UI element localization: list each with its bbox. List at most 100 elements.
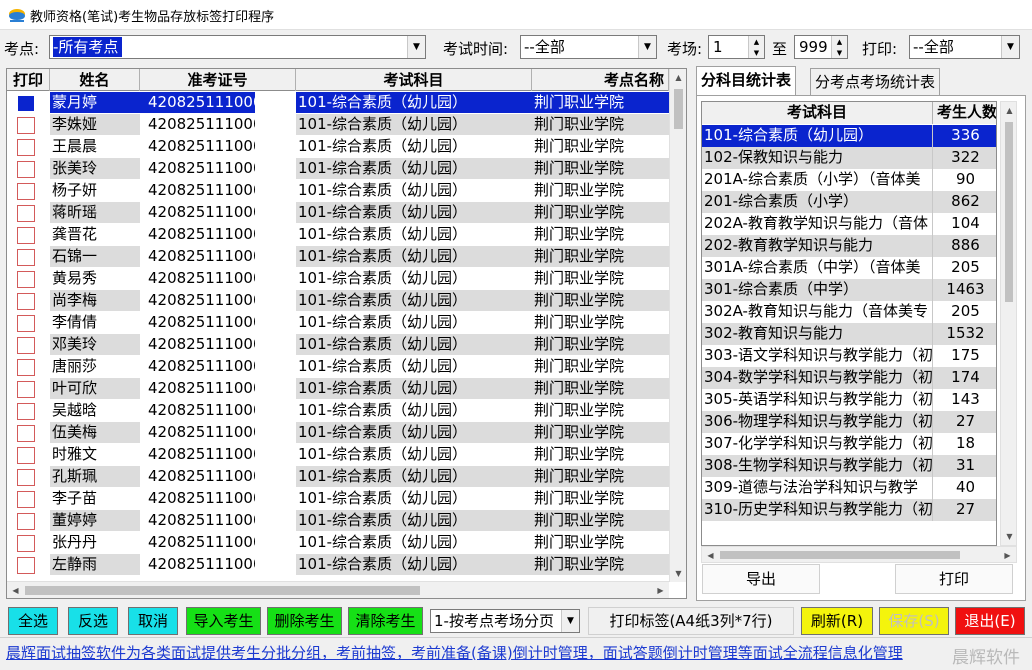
stats-subject-cell[interactable]: 310-历史学科知识与教学能力（初 xyxy=(702,499,932,521)
id-cell[interactable]: 420825111000 xyxy=(140,290,255,312)
id-cell[interactable]: 420825111000 xyxy=(140,246,255,268)
stats-count-cell[interactable]: 1463 xyxy=(932,279,996,301)
subject-cell[interactable]: 101-综合素质（幼儿园） xyxy=(296,268,532,290)
id-cell[interactable]: 420825111000 xyxy=(140,224,255,246)
chevron-down-icon[interactable]: ▼ xyxy=(407,36,425,58)
id-cell[interactable]: 420825111000 xyxy=(140,180,255,202)
table-row[interactable]: 邓美玲 420825111000 101-综合素质（幼儿园） 荆门职业学院 xyxy=(7,334,669,356)
table-row[interactable]: 蒙月婷 420825111000 101-综合素质（幼儿园） 荆门职业学院 xyxy=(7,92,669,114)
site-cell[interactable]: 荆门职业学院 xyxy=(532,510,669,532)
site-select[interactable]: -所有考点 ▼ xyxy=(49,35,426,59)
stats-count-cell[interactable]: 31 xyxy=(932,455,996,477)
id-cell[interactable]: 420825111000 xyxy=(140,158,255,180)
stats-subject-cell[interactable]: 305-英语学科知识与教学能力（初 xyxy=(702,389,932,411)
print-checkbox[interactable] xyxy=(17,205,35,222)
subject-cell[interactable]: 101-综合素质（幼儿园） xyxy=(296,510,532,532)
table-row[interactable]: 303-语文学科知识与教学能力（初 175 xyxy=(702,345,996,367)
subject-cell[interactable]: 101-综合素质（幼儿园） xyxy=(296,422,532,444)
subject-cell[interactable]: 101-综合素质（幼儿园） xyxy=(296,246,532,268)
print-checkbox[interactable] xyxy=(17,491,35,508)
name-cell[interactable]: 蒋昕瑶 xyxy=(50,202,140,224)
scroll-thumb[interactable] xyxy=(720,551,960,559)
stats-subject-cell[interactable]: 102-保教知识与能力 xyxy=(702,147,932,169)
stats-count-cell[interactable]: 104 xyxy=(932,213,996,235)
table-row[interactable]: 李倩倩 420825111000 101-综合素质（幼儿园） 荆门职业学院 xyxy=(7,312,669,334)
print-filter-select[interactable]: --全部 ▼ xyxy=(909,35,1020,59)
id-cell[interactable]: 420825111000 xyxy=(140,312,255,334)
table-row[interactable]: 李姝娅 420825111000 101-综合素质（幼儿园） 荆门职业学院 xyxy=(7,114,669,136)
name-cell[interactable]: 杨子妍 xyxy=(50,180,140,202)
print-cell[interactable] xyxy=(7,466,50,488)
name-cell[interactable]: 张美玲 xyxy=(50,158,140,180)
subject-cell[interactable]: 101-综合素质（幼儿园） xyxy=(296,158,532,180)
print-cell[interactable] xyxy=(7,202,50,224)
stats-count-cell[interactable]: 205 xyxy=(932,257,996,279)
print-cell[interactable] xyxy=(7,290,50,312)
export-button[interactable]: 导出 xyxy=(702,564,820,594)
print-cell[interactable] xyxy=(7,334,50,356)
subject-cell[interactable]: 101-综合素质（幼儿园） xyxy=(296,334,532,356)
chevron-down-icon[interactable]: ▼ xyxy=(638,36,656,58)
table-row[interactable]: 302-教育知识与能力 1532 xyxy=(702,323,996,345)
table-row[interactable]: 尚李梅 420825111000 101-综合素质（幼儿园） 荆门职业学院 xyxy=(7,290,669,312)
stats-subject-cell[interactable]: 308-生物学科知识与教学能力（初 xyxy=(702,455,932,477)
stats-subject-cell[interactable]: 303-语文学科知识与教学能力（初 xyxy=(702,345,932,367)
stats-subject-cell[interactable]: 304-数学学科知识与教学能力（初 xyxy=(702,367,932,389)
refresh-button[interactable]: 刷新(R) xyxy=(801,607,873,635)
column-header-subject[interactable]: 考试科目 xyxy=(296,69,532,91)
table-row[interactable]: 102-保教知识与能力 322 xyxy=(702,147,996,169)
print-cell[interactable] xyxy=(7,180,50,202)
subject-stats-grid[interactable]: 考试科目 考生人数 101-综合素质（幼儿园） 336 102-保教知识与能力 322… xyxy=(701,101,997,546)
delete-candidates-button[interactable]: 删除考生 xyxy=(267,607,342,635)
print-checkbox[interactable] xyxy=(17,139,35,156)
column-header-site[interactable]: 考点名称 xyxy=(532,69,669,91)
table-row[interactable]: 左静雨 420825111000 101-综合素质（幼儿园） 荆门职业学院 xyxy=(7,554,669,576)
grid-vertical-scrollbar[interactable]: ▲ ▼ xyxy=(669,69,686,582)
site-cell[interactable]: 荆门职业学院 xyxy=(532,444,669,466)
print-checkbox[interactable] xyxy=(17,183,35,200)
table-row[interactable]: 黄易秀 420825111000 101-综合素质（幼儿园） 荆门职业学院 xyxy=(7,268,669,290)
name-cell[interactable]: 叶可欣 xyxy=(50,378,140,400)
scroll-left-icon[interactable]: ◀ xyxy=(702,547,719,564)
name-cell[interactable]: 左静雨 xyxy=(50,554,140,576)
column-header-print[interactable]: 打印 xyxy=(7,69,50,91)
print-checkbox[interactable] xyxy=(17,315,35,332)
time-select[interactable]: --全部 ▼ xyxy=(520,35,657,59)
name-cell[interactable]: 石锦一 xyxy=(50,246,140,268)
id-cell[interactable]: 420825111000 xyxy=(140,466,255,488)
site-cell[interactable]: 荆门职业学院 xyxy=(532,422,669,444)
table-row[interactable]: 308-生物学科知识与教学能力（初 31 xyxy=(702,455,996,477)
site-cell[interactable]: 荆门职业学院 xyxy=(532,312,669,334)
print-cell[interactable] xyxy=(7,378,50,400)
id-cell[interactable]: 420825111000 xyxy=(140,114,255,136)
print-labels-button[interactable]: 打印标签(A4纸3列*7行) xyxy=(588,607,794,635)
id-cell[interactable]: 420825111000 xyxy=(140,444,255,466)
select-all-button[interactable]: 全选 xyxy=(8,607,58,635)
exit-button[interactable]: 退出(E) xyxy=(955,607,1025,635)
subject-cell[interactable]: 101-综合素质（幼儿园） xyxy=(296,378,532,400)
name-cell[interactable]: 李倩倩 xyxy=(50,312,140,334)
stats-count-cell[interactable]: 174 xyxy=(932,367,996,389)
site-cell[interactable]: 荆门职业学院 xyxy=(532,356,669,378)
cancel-selection-button[interactable]: 取消 xyxy=(128,607,178,635)
print-checkbox[interactable] xyxy=(17,513,35,530)
id-cell[interactable]: 420825111000 xyxy=(140,488,255,510)
stats-subject-cell[interactable]: 306-物理学科知识与教学能力（初 xyxy=(702,411,932,433)
name-cell[interactable]: 黄易秀 xyxy=(50,268,140,290)
stats-count-cell[interactable]: 886 xyxy=(932,235,996,257)
subject-cell[interactable]: 101-综合素质（幼儿园） xyxy=(296,290,532,312)
print-cell[interactable] xyxy=(7,136,50,158)
invert-selection-button[interactable]: 反选 xyxy=(68,607,118,635)
print-checkbox[interactable] xyxy=(17,359,35,376)
stats-subject-cell[interactable]: 101-综合素质（幼儿园） xyxy=(702,125,932,147)
subject-cell[interactable]: 101-综合素质（幼儿园） xyxy=(296,136,532,158)
print-checkbox[interactable] xyxy=(17,161,35,178)
print-cell[interactable] xyxy=(7,400,50,422)
print-cell[interactable] xyxy=(7,422,50,444)
table-row[interactable]: 201A-综合素质（小学）（音体美 90 xyxy=(702,169,996,191)
table-row[interactable]: 石锦一 420825111000 101-综合素质（幼儿园） 荆门职业学院 xyxy=(7,246,669,268)
print-cell[interactable] xyxy=(7,532,50,554)
print-checkbox[interactable] xyxy=(17,117,35,134)
id-cell[interactable]: 420825111000 xyxy=(140,334,255,356)
name-cell[interactable]: 邓美玲 xyxy=(50,334,140,356)
